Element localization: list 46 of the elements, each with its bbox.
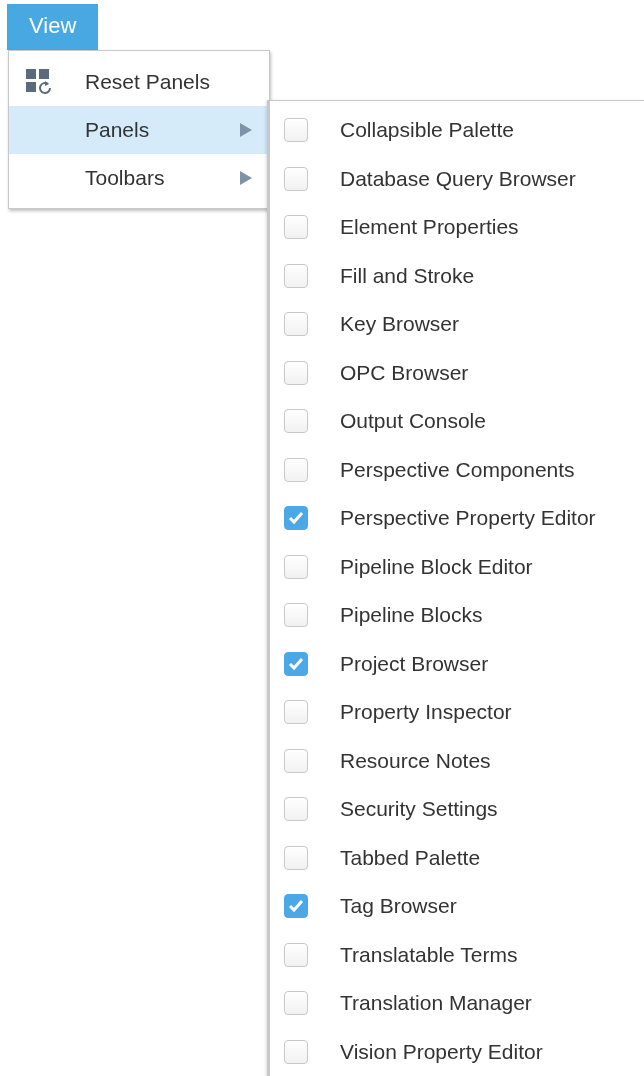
menu-item[interactable]: Translatable Terms xyxy=(270,930,644,979)
menu-item[interactable]: Tabbed Palette xyxy=(270,833,644,882)
menu-item[interactable]: Project Browser xyxy=(270,639,644,688)
checkbox[interactable] xyxy=(284,554,308,579)
check-icon xyxy=(288,511,304,526)
menu-item[interactable]: Toolbars xyxy=(9,154,269,202)
menu-item[interactable]: Element Properties xyxy=(270,203,644,252)
check-icon xyxy=(288,899,304,914)
checkbox[interactable] xyxy=(284,215,308,240)
checkbox[interactable] xyxy=(284,312,308,337)
check-icon xyxy=(288,656,304,671)
checkbox[interactable] xyxy=(284,1039,308,1064)
menu-item[interactable]: Property Inspector xyxy=(270,688,644,737)
menu-item[interactable]: Database Query Browser xyxy=(270,154,644,203)
checkbox[interactable] xyxy=(284,894,308,919)
menu-item[interactable]: Perspective Property Editor xyxy=(270,494,644,543)
checkbox[interactable] xyxy=(284,797,308,822)
checkbox[interactable] xyxy=(284,360,308,385)
checkbox[interactable] xyxy=(284,409,308,434)
checkbox[interactable] xyxy=(284,845,308,870)
menu-item[interactable]: Panels xyxy=(9,106,269,154)
menu-item[interactable]: OPC Browser xyxy=(270,348,644,397)
menu-item[interactable]: Tag Browser xyxy=(270,882,644,931)
checkbox[interactable] xyxy=(284,748,308,773)
checkbox[interactable] xyxy=(284,991,308,1016)
checkbox[interactable] xyxy=(284,700,308,725)
menu-item[interactable]: Pipeline Blocks xyxy=(270,591,644,640)
checkbox[interactable] xyxy=(284,166,308,191)
checkbox[interactable] xyxy=(284,603,308,628)
menu-item[interactable]: Vision Property Editor xyxy=(270,1027,644,1076)
checkbox[interactable] xyxy=(284,651,308,676)
menu-item[interactable]: Output Console xyxy=(270,397,644,446)
menu-item[interactable]: Reset Panels xyxy=(9,58,269,106)
menu-item[interactable]: Translation Manager xyxy=(270,979,644,1028)
menu-item[interactable]: Fill and Stroke xyxy=(270,251,644,300)
checkbox[interactable] xyxy=(284,457,308,482)
menu-item[interactable]: Perspective Components xyxy=(270,445,644,494)
checkbox[interactable] xyxy=(284,942,308,967)
menu-item[interactable]: Resource Notes xyxy=(270,736,644,785)
menu-item[interactable]: Security Settings xyxy=(270,785,644,834)
menu-item[interactable]: Key Browser xyxy=(270,300,644,349)
menu-item[interactable]: Pipeline Block Editor xyxy=(270,542,644,591)
menu-item[interactable]: Collapsible Palette xyxy=(270,106,644,155)
checkbox[interactable] xyxy=(284,506,308,531)
checkbox[interactable] xyxy=(284,263,308,288)
checkbox[interactable] xyxy=(284,118,308,143)
